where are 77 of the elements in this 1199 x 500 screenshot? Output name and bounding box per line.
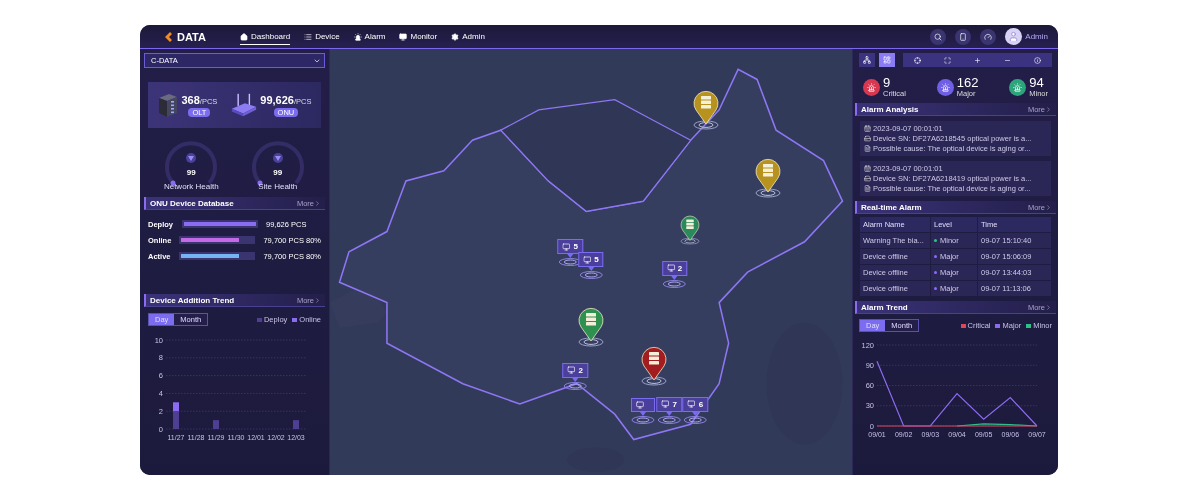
health-score: 99 [186,168,196,177]
cluster-marker[interactable]: 5 [557,239,583,255]
location-ring-icon [563,377,588,390]
map-pin[interactable] [753,156,784,199]
gauge-label: Site Health [258,182,298,191]
monitor-icon [636,400,645,409]
avatar[interactable] [1005,28,1023,45]
alarm-count: 9 [883,76,892,89]
alarm-count: 94 [1029,76,1045,89]
locate-icon [914,56,922,64]
gauge-label: Network Health [163,182,219,191]
calendar-icon [864,165,871,172]
monitor-icon [583,255,592,264]
zoom-in-icon [974,56,981,64]
nav-tab[interactable]: Alarm [353,28,386,45]
info-button[interactable] [1033,56,1041,64]
health-score: 99 [273,168,283,177]
monitor-icon [661,400,670,409]
location-ring-icon [657,411,682,424]
chevron-right-icon [1045,105,1052,113]
cluster-marker[interactable]: 5 [578,252,604,268]
fullscreen-button[interactable] [944,56,952,64]
chevron-right-icon [314,296,321,304]
section-title: Alarm Analysis [861,104,919,114]
monitor-icon [567,366,576,375]
view-button[interactable] [859,53,875,67]
user-name[interactable]: Admin [1025,32,1048,41]
document-icon [864,185,871,192]
phone-button[interactable] [955,28,972,45]
device-icon [864,175,871,182]
dashboard-icon [883,56,891,64]
monitor-icon [687,400,696,409]
gauge-icon [984,32,993,41]
nav-icon [399,32,408,41]
nav-icon [240,32,248,41]
section-title: Alarm Trend [861,302,908,312]
search-icon [934,32,943,41]
monitor-icon [562,242,571,251]
section-title: ONU Device Database [150,198,234,208]
nav-icon [353,32,362,41]
location-ring-icon [662,275,687,288]
fullscreen-icon [944,56,952,64]
nav-tab[interactable]: Dashboard [240,28,291,45]
map-pin[interactable] [678,213,702,245]
nav-tab[interactable]: Device [304,28,340,45]
locate-button[interactable] [914,56,922,64]
location-ring-icon [631,411,656,424]
router-drawing [230,92,259,118]
nav-tab[interactable]: Admin [451,28,485,45]
nav-tab[interactable]: Monitor [399,28,438,45]
calendar-icon [864,125,871,132]
device-icon [864,135,871,142]
chevron-right-icon [1045,203,1052,211]
location-ring-icon [683,411,708,424]
nav-icon [304,32,313,41]
device-count: 99,626 [260,93,294,106]
map-pin[interactable] [576,305,606,348]
phone-icon [959,32,968,41]
alarm-count: 162 [956,76,979,89]
chevron-right-icon [314,199,321,207]
monitor-icon [666,264,675,273]
search-button[interactable] [930,28,947,45]
zoom-in-button[interactable] [974,56,981,64]
location-ring-icon [579,267,603,280]
logo: DATA [164,30,240,43]
section-title: Real-time Alarm [861,202,922,212]
nav-icon [451,32,460,41]
document-icon [864,145,871,152]
network-icon [863,56,871,64]
chevron-right-icon [1045,303,1052,311]
user-icon [1008,31,1020,42]
gauge-button[interactable] [980,28,997,45]
server-drawing [157,92,180,118]
device-count: 368 [181,93,200,106]
info-icon [1033,56,1041,64]
section-title: Device Addition Trend [150,295,235,305]
gauge-drawing [163,138,220,188]
